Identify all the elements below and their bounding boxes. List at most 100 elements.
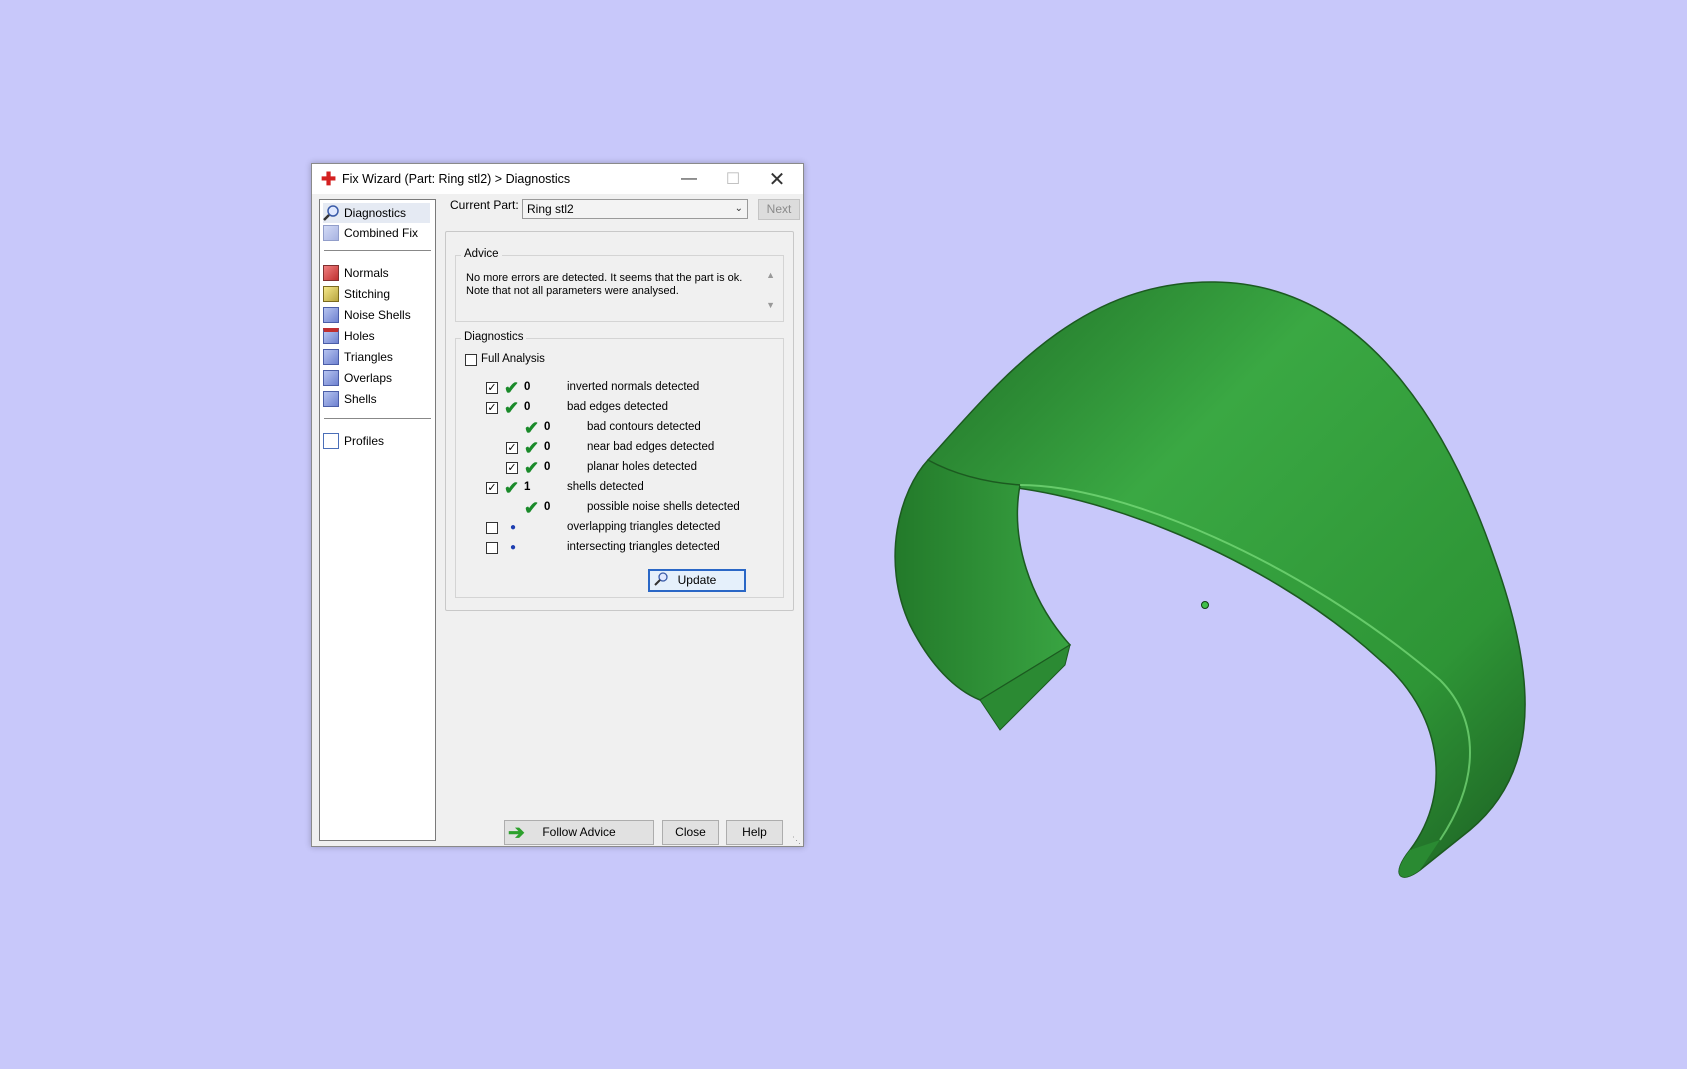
cube-hole-icon xyxy=(323,328,339,344)
current-part-label: Current Part: xyxy=(450,198,519,212)
close-button[interactable]: Close xyxy=(662,820,719,845)
dot-icon: ● xyxy=(510,542,517,553)
maximize-button[interactable]: ☐ xyxy=(711,164,755,194)
row-checkbox[interactable]: ✓ xyxy=(486,482,498,494)
title-bar[interactable]: ✚ Fix Wizard (Part: Ring stl2) > Diagnos… xyxy=(312,164,803,194)
scroll-up-icon[interactable]: ▲ xyxy=(766,270,775,280)
diagnostics-panel: Advice No more errors are detected. It s… xyxy=(445,231,794,611)
current-part-value: Ring stl2 xyxy=(527,202,574,216)
row-text: overlapping triangles detected xyxy=(567,521,721,533)
row-count: 0 xyxy=(544,461,551,473)
row-text: near bad edges detected xyxy=(587,441,715,453)
check-icon: ✔ xyxy=(524,418,540,438)
sidebar-divider xyxy=(324,418,431,419)
row-text: possible noise shells detected xyxy=(587,501,740,513)
sidebar-item-noise-shells[interactable]: Noise Shells xyxy=(323,305,411,325)
sidebar-divider xyxy=(324,250,431,251)
advice-group: Advice No more errors are detected. It s… xyxy=(455,248,784,322)
chevron-down-icon: ⌄ xyxy=(734,203,743,214)
sidebar-item-label: Overlaps xyxy=(344,371,393,385)
sidebar-item-label: Triangles xyxy=(344,350,393,364)
row-checkbox[interactable]: ✓ xyxy=(486,402,498,414)
sidebar-item-normals[interactable]: Normals xyxy=(323,263,389,283)
overlaps-icon xyxy=(323,370,339,386)
window-title: Fix Wizard (Part: Ring stl2) > Diagnosti… xyxy=(342,172,571,186)
row-checkbox[interactable]: ✓ xyxy=(486,382,498,394)
sidebar-item-label: Normals xyxy=(344,266,389,280)
sidebar-item-combined-fix[interactable]: Combined Fix xyxy=(323,223,418,243)
sidebar-item-shells[interactable]: Shells xyxy=(323,389,377,409)
row-text: bad contours detected xyxy=(587,421,701,433)
help-button[interactable]: Help xyxy=(726,820,783,845)
check-icon: ✔ xyxy=(504,378,520,398)
follow-advice-label: Follow Advice xyxy=(542,825,616,839)
full-analysis-checkbox[interactable] xyxy=(465,354,477,366)
check-icon: ✔ xyxy=(524,498,540,518)
check-icon: ✔ xyxy=(524,458,540,478)
close-window-button[interactable]: ✕ xyxy=(755,164,799,194)
row-text: inverted normals detected xyxy=(567,381,700,393)
shells-icon xyxy=(323,391,339,407)
current-part-select[interactable]: Ring stl2 ⌄ xyxy=(522,199,748,219)
row-checkbox[interactable]: ✓ xyxy=(506,462,518,474)
full-analysis-label: Full Analysis xyxy=(481,353,545,365)
resize-grip-icon[interactable]: ⋱ xyxy=(792,835,802,845)
cube-red-icon xyxy=(323,265,339,281)
row-count: 1 xyxy=(524,481,531,493)
check-icon: ✔ xyxy=(504,478,520,498)
sidebar: Diagnostics Combined Fix Normals Stitchi… xyxy=(319,199,436,841)
fix-wizard-window: ✚ Fix Wizard (Part: Ring stl2) > Diagnos… xyxy=(311,163,804,847)
diagnostics-group-title: Diagnostics xyxy=(461,331,527,343)
sidebar-item-label: Diagnostics xyxy=(344,206,407,220)
row-count: 0 xyxy=(524,381,531,393)
sidebar-item-holes[interactable]: Holes xyxy=(323,326,375,346)
follow-advice-button[interactable]: ➔ Follow Advice xyxy=(504,820,654,845)
advice-line: Note that not all parameters were analys… xyxy=(466,285,679,297)
cube-icon xyxy=(323,225,339,241)
row-checkbox[interactable] xyxy=(486,522,498,534)
next-button[interactable]: Next xyxy=(758,199,800,220)
sidebar-item-label: Noise Shells xyxy=(344,308,411,322)
row-count: 0 xyxy=(544,441,551,453)
fix-wizard-icon: ✚ xyxy=(321,169,337,189)
check-icon: ✔ xyxy=(524,438,540,458)
row-text: intersecting triangles detected xyxy=(567,541,720,553)
magnifier-icon xyxy=(323,205,339,221)
triangles-icon xyxy=(323,349,339,365)
advice-group-title: Advice xyxy=(461,248,502,260)
update-label: Update xyxy=(677,573,717,587)
sidebar-item-label: Stitching xyxy=(344,287,391,301)
update-button[interactable]: Update xyxy=(648,569,746,592)
dot-icon: ● xyxy=(510,522,517,533)
noise-shells-icon xyxy=(323,307,339,323)
document-icon xyxy=(323,433,339,449)
sidebar-item-triangles[interactable]: Triangles xyxy=(323,347,393,367)
diagnostics-group: Diagnostics Full Analysis ✓ ✔ 0 inverted… xyxy=(455,331,784,598)
row-count: 0 xyxy=(524,401,531,413)
sidebar-item-overlaps[interactable]: Overlaps xyxy=(323,368,392,388)
row-text: shells detected xyxy=(567,481,644,493)
row-checkbox[interactable]: ✓ xyxy=(506,442,518,454)
row-text: bad edges detected xyxy=(567,401,669,413)
row-count: 0 xyxy=(544,421,551,433)
sidebar-item-diagnostics[interactable]: Diagnostics xyxy=(323,203,430,223)
advice-text: No more errors are detected. It seems th… xyxy=(466,272,746,298)
row-text: planar holes detected xyxy=(587,461,697,473)
scroll-down-icon[interactable]: ▼ xyxy=(766,300,775,310)
check-icon: ✔ xyxy=(504,398,520,418)
sidebar-item-label: Profiles xyxy=(344,434,385,448)
minimize-button[interactable]: — xyxy=(667,164,711,194)
row-checkbox[interactable] xyxy=(486,542,498,554)
advice-line: No more errors are detected. It seems th… xyxy=(466,272,743,284)
arrow-right-icon: ➔ xyxy=(508,822,525,844)
sidebar-item-label: Combined Fix xyxy=(344,226,419,240)
sidebar-item-label: Shells xyxy=(344,392,377,406)
cube-yellow-icon xyxy=(323,286,339,302)
magnifier-icon xyxy=(654,572,668,586)
3d-viewport[interactable] xyxy=(0,0,1687,1069)
sidebar-item-profiles[interactable]: Profiles xyxy=(323,431,384,451)
sidebar-item-stitching[interactable]: Stitching xyxy=(323,284,390,304)
row-count: 0 xyxy=(544,501,551,513)
ring-model[interactable] xyxy=(880,260,1560,920)
sidebar-item-label: Holes xyxy=(344,329,375,343)
